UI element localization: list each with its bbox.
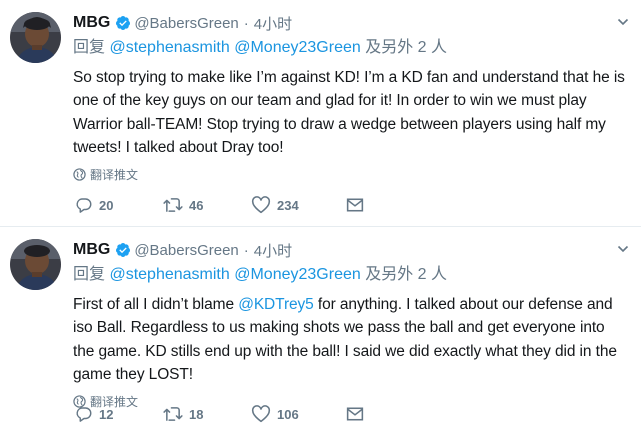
replying-to: 回复 @stephenasmith @Money23Green 及另外 2 人 [73,36,631,60]
verified-badge-icon [116,16,131,30]
mention-link[interactable]: @stephenasmith [109,39,229,56]
heart-icon [251,196,271,214]
retweet-icon [163,407,183,421]
tweet-actions: 20 46 234 [75,194,376,216]
mention-link[interactable]: @stephenasmith [109,266,229,283]
tweet-text: So stop trying to make like I’m against … [73,69,625,156]
separator-dot: · [243,14,249,32]
reply-others[interactable]: 及另外 2 人 [365,266,447,283]
tweet[interactable]: MBG @BabersGreen · 4小时 回复 @stephenasmith… [0,0,641,227]
mention-link[interactable]: @Money23Green [234,39,361,56]
avatar[interactable] [10,239,61,290]
tweet-actions: 12 18 106 [75,403,376,425]
chevron-down-icon[interactable] [617,243,629,255]
timestamp[interactable]: 4小时 [254,240,292,261]
tweet-header: MBG @BabersGreen · 4小时 [73,239,631,261]
mention-link[interactable]: @Money23Green [234,266,361,283]
translate-tweet-link[interactable]: 翻译推文 [73,165,631,183]
tweet-text-part: First of all I didn’t blame [73,296,239,313]
reply-prefix: 回复 [73,266,106,283]
username[interactable]: @BabersGreen [134,15,238,32]
direct-message-button[interactable] [346,197,376,213]
reply-count: 20 [99,197,114,213]
display-name[interactable]: MBG [73,14,110,32]
retweet-button[interactable]: 46 [163,196,251,214]
reply-prefix: 回复 [73,39,106,56]
envelope-icon [346,407,364,421]
retweet-count: 46 [189,197,204,213]
heart-icon [251,405,271,423]
reply-button[interactable]: 20 [75,196,163,214]
reply-others[interactable]: 及另外 2 人 [365,39,447,56]
reply-icon [76,407,92,422]
direct-message-button[interactable] [346,406,376,422]
translate-label[interactable]: 翻译推文 [90,166,138,183]
username[interactable]: @BabersGreen [134,242,238,259]
timestamp[interactable]: 4小时 [254,13,292,34]
separator-dot: · [243,241,249,259]
chevron-down-icon[interactable] [617,16,629,28]
tweet[interactable]: MBG @BabersGreen · 4小时 回复 @stephenasmith… [0,227,641,441]
like-button[interactable]: 234 [251,196,346,214]
like-count: 106 [277,406,299,422]
like-button[interactable]: 106 [251,405,346,423]
like-count: 234 [277,197,299,213]
replying-to: 回复 @stephenasmith @Money23Green 及另外 2 人 [73,263,631,287]
tweet-header: MBG @BabersGreen · 4小时 [73,12,631,34]
verified-badge-icon [116,243,131,257]
envelope-icon [346,198,364,212]
globe-icon [73,168,86,181]
display-name[interactable]: MBG [73,241,110,259]
retweet-icon [163,198,183,212]
reply-count: 12 [99,406,114,422]
mention-link[interactable]: @KDTrey5 [238,296,314,313]
avatar[interactable] [10,12,61,63]
tweet-text: First of all I didn’t blame @KDTrey5 for… [73,293,629,386]
reply-icon [76,198,92,213]
retweet-button[interactable]: 18 [163,405,251,423]
retweet-count: 18 [189,406,204,422]
reply-button[interactable]: 12 [75,405,163,423]
